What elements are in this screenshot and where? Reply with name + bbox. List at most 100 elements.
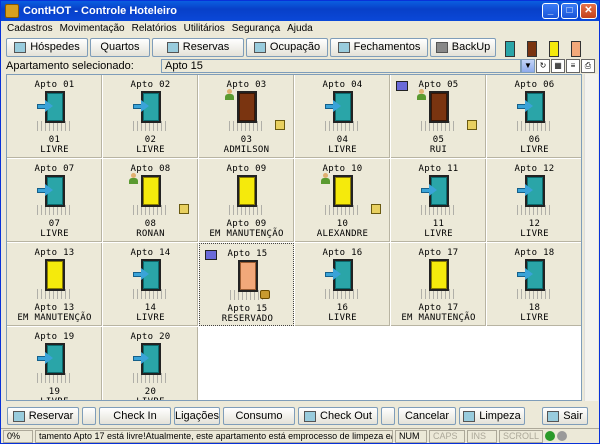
menu-seguranca[interactable]: Segurança: [232, 23, 280, 34]
app-window: ContHOT - Controle Hoteleiro _ □ ✕ Cadas…: [0, 0, 600, 444]
menu-cadastros[interactable]: Cadastros: [7, 23, 53, 34]
room-tile[interactable]: Apto 02 02 LIVRE: [103, 75, 198, 158]
room-status: RONAN: [136, 229, 165, 239]
minimize-button[interactable]: _: [542, 3, 559, 19]
room-tile[interactable]: Apto 13 Apto 13 EM MANUTENÇÃO: [7, 243, 102, 326]
room-tile[interactable]: Apto 07 07 LIVRE: [7, 159, 102, 242]
maximize-button[interactable]: □: [561, 3, 578, 19]
room-tile[interactable]: Apto 06 06 LIVRE: [487, 75, 581, 158]
consumption-button[interactable]: Consumo: [223, 407, 295, 425]
room-tile[interactable]: Apto 16 16 LIVRE: [295, 243, 390, 326]
room-number: 20: [144, 387, 157, 397]
room-status: LIVRE: [328, 145, 357, 155]
room-status: ALEXANDRE: [316, 229, 369, 239]
room-selector[interactable]: Apto 15: [161, 58, 521, 73]
room-tile[interactable]: Apto 11 11 LIVRE: [391, 159, 486, 242]
toolbar-reserved-icon[interactable]: [566, 37, 586, 57]
exit-icon: [547, 410, 560, 422]
room-status: ADMILSON: [223, 145, 270, 155]
calendar-icon[interactable]: [82, 407, 96, 425]
chevron-down-icon[interactable]: ▼: [521, 58, 535, 73]
title-bar[interactable]: ContHOT - Controle Hoteleiro _ □ ✕: [1, 1, 599, 21]
lock-icon: [260, 290, 270, 299]
room-tile[interactable]: Apto 01 01 LIVRE: [7, 75, 102, 158]
room-tile[interactable]: Apto 15 Apto 15 RESERVADO: [199, 243, 294, 326]
room-tile[interactable]: Apto 20 20LIVRE: [103, 327, 198, 400]
scroll-lock-indicator: SCROLL: [499, 429, 543, 443]
enter-arrow-icon: [517, 184, 533, 196]
room-tile[interactable]: Apto 10 10 ALEXANDRE: [295, 159, 390, 242]
guest-icon: [417, 89, 426, 100]
door-icon: [517, 91, 551, 131]
occupancy-icon: [253, 41, 266, 53]
action-bar: Reservar Check In Ligações Consumo Check…: [1, 405, 599, 427]
room-name: Apto 16: [322, 248, 363, 258]
exit-button[interactable]: Sair: [542, 407, 588, 425]
room-status: LIVRE: [520, 229, 549, 239]
reserve-button[interactable]: Reservar: [7, 407, 79, 425]
selection-row: Apartamento selecionado: Apto 15 ▼ ↻ ▦ ≡…: [1, 58, 599, 73]
room-number: 12: [528, 219, 541, 229]
room-name: Apto 10: [322, 164, 363, 174]
close-button[interactable]: ✕: [580, 3, 597, 19]
room-name: Apto 17: [418, 248, 459, 258]
menu-relatorios[interactable]: Relatórios: [132, 23, 177, 34]
room-tile[interactable]: Apto 14 14 LIVRE: [103, 243, 198, 326]
room-name: Apto 02: [130, 80, 171, 90]
room-tile[interactable]: Apto 17 Apto 17 EM MANUTENÇÃO: [391, 243, 486, 326]
menu-utilitarios[interactable]: Utilitários: [184, 23, 225, 34]
door-icon: [421, 259, 455, 299]
menu-movimentacao[interactable]: Movimentação: [60, 23, 125, 34]
room-tile[interactable]: Apto 05 05 RUI: [391, 75, 486, 158]
occupancy-button[interactable]: Ocupação: [246, 37, 328, 57]
room-tile[interactable]: Apto 19 19LIVRE: [7, 327, 102, 400]
room-status: LIVRE: [520, 145, 549, 155]
list-view-icon[interactable]: ≡: [566, 58, 580, 73]
room-number: 05: [432, 135, 445, 145]
room-name: Apto 13: [34, 248, 75, 258]
reservations-button[interactable]: Reservas: [152, 37, 244, 57]
grid-view-icon[interactable]: ▦: [551, 58, 565, 73]
reservations-icon: [166, 41, 179, 53]
vertical-scrollbar[interactable]: [584, 74, 598, 401]
room-status: LIVRE: [40, 145, 69, 155]
door-icon: [133, 343, 167, 383]
cleaning-button[interactable]: Limpeza: [459, 407, 525, 425]
cancel-extra-icon[interactable]: [381, 407, 395, 425]
room-number: 10: [336, 219, 349, 229]
menu-ajuda[interactable]: Ajuda: [287, 23, 313, 34]
guests-button[interactable]: Hóspedes: [6, 37, 88, 57]
closing-label: Fechamentos: [353, 41, 421, 53]
toolbar-maintenance-icon[interactable]: [544, 37, 564, 57]
room-status: LIVRE: [520, 313, 549, 323]
room-tile[interactable]: Apto 03 03 ADMILSON: [199, 75, 294, 158]
room-number: Apto 13: [34, 303, 75, 313]
closing-button[interactable]: Fechamentos: [330, 37, 428, 57]
room-tile[interactable]: Apto 09 Apto 09 EM MANUTENÇÃO: [199, 159, 294, 242]
checkout-button[interactable]: Check Out: [298, 407, 378, 425]
room-tile[interactable]: Apto 18 18 LIVRE: [487, 243, 581, 326]
calls-button[interactable]: Ligações: [174, 407, 220, 425]
rooms-button[interactable]: Quartos: [90, 37, 150, 57]
enter-arrow-icon: [133, 268, 149, 280]
room-status: LIVRE: [40, 229, 69, 239]
room-tile[interactable]: Apto 12 12 LIVRE: [487, 159, 581, 242]
app-icon: [5, 4, 19, 18]
toolbar-occupied-icon[interactable]: [522, 37, 542, 57]
room-tile[interactable]: Apto 04 04 LIVRE: [295, 75, 390, 158]
guest-icon: [129, 173, 138, 184]
enter-arrow-icon: [37, 100, 53, 112]
backup-button[interactable]: BackUp: [430, 37, 496, 57]
room-status: LIVRE: [103, 397, 198, 400]
cancel-button[interactable]: Cancelar: [398, 407, 456, 425]
room-number: 18: [528, 303, 541, 313]
print-icon[interactable]: ⎙: [581, 58, 595, 73]
toolbar-checkin-icon[interactable]: [500, 37, 520, 57]
room-name: Apto 19: [34, 332, 75, 342]
door-icon: [517, 259, 551, 299]
checkin-button[interactable]: Check In: [99, 407, 171, 425]
backup-icon: [435, 41, 448, 53]
room-tile[interactable]: Apto 08 08 RONAN: [103, 159, 198, 242]
refresh-icon[interactable]: ↻: [536, 58, 550, 73]
room-number: 16: [336, 303, 349, 313]
